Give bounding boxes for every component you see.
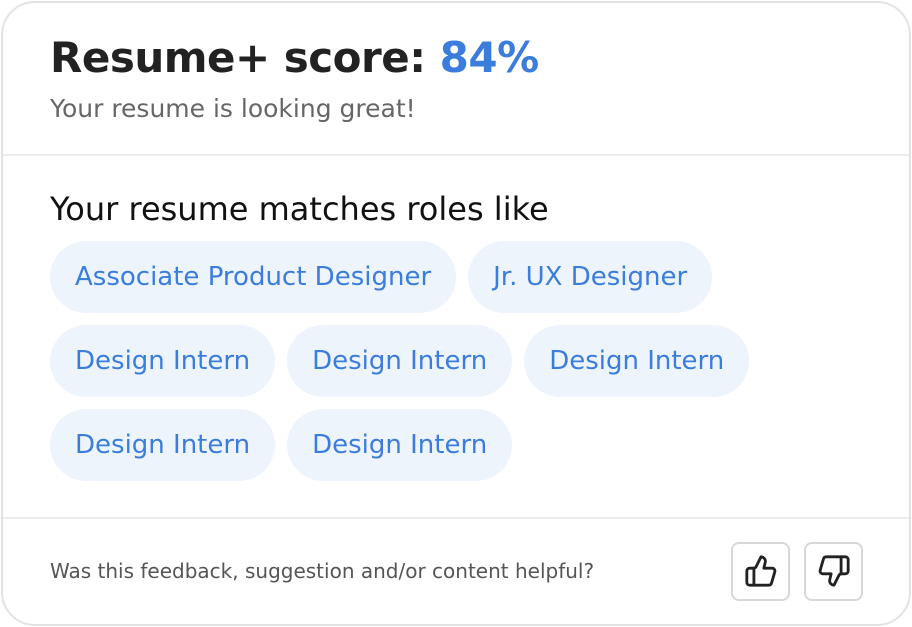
thumbs-down-icon <box>817 554 851 588</box>
score-value: 84% <box>439 33 540 82</box>
score-subtitle: Your resume is looking great! <box>50 94 416 123</box>
matching-roles-section: Your resume matches roles like Associate… <box>3 156 909 519</box>
role-chip-jr-ux-designer[interactable]: Jr. UX Designer <box>468 241 713 313</box>
role-chip-design-intern[interactable]: Design Intern <box>287 409 513 481</box>
thumbs-down-button[interactable] <box>804 541 863 601</box>
role-chip-design-intern[interactable]: Design Intern <box>287 325 513 397</box>
thumbs-up-button[interactable] <box>731 541 790 601</box>
roles-title: Your resume matches roles like <box>50 190 549 228</box>
role-chip-associate-product-designer[interactable]: Associate Product Designer <box>50 241 457 313</box>
resume-score-card: Resume+ score: 84% Your resume is lookin… <box>1 1 911 626</box>
role-chip-design-intern[interactable]: Design Intern <box>50 325 276 397</box>
thumbs-up-icon <box>744 554 778 588</box>
feedback-footer: Was this feedback, suggestion and/or con… <box>3 519 909 623</box>
score-label: Resume+ score: <box>50 33 440 82</box>
role-chip-design-intern[interactable]: Design Intern <box>524 325 750 397</box>
feedback-question: Was this feedback, suggestion and/or con… <box>50 559 595 583</box>
score-heading: Resume+ score: 84% <box>50 33 909 83</box>
role-chip-design-intern[interactable]: Design Intern <box>50 409 276 481</box>
role-chip-list: Associate Product Designer Jr. UX Design… <box>50 241 840 481</box>
feedback-buttons <box>731 541 863 601</box>
score-header: Resume+ score: 84% Your resume is lookin… <box>3 3 909 156</box>
